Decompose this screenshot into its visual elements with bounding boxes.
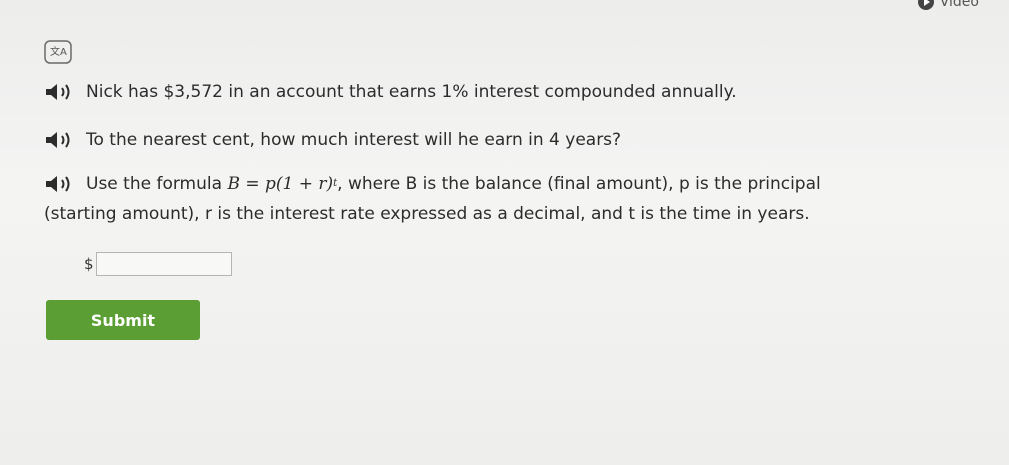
submit-button[interactable]: Submit [46, 300, 200, 340]
problem-line-4: (starting amount), r is the interest rat… [44, 204, 810, 224]
problem-text: Nick has $3,572 in an account that earns… [86, 82, 737, 102]
speaker-icon[interactable] [44, 82, 82, 102]
question-text: To the nearest cent, how much interest w… [86, 130, 622, 150]
answer-row: $ [84, 252, 232, 276]
currency-symbol: $ [84, 255, 94, 273]
formula-intro: Use the formula [86, 174, 223, 194]
speaker-icon[interactable] [44, 174, 82, 194]
formula-explanation: , where B is the balance (final amount),… [337, 174, 821, 194]
svg-text:文A: 文A [50, 45, 67, 58]
speaker-icon[interactable] [44, 130, 82, 150]
formula: B = p(1 + r) [227, 174, 334, 194]
video-label: Video [939, 0, 979, 10]
problem-line-1: Nick has $3,572 in an account that earns… [44, 80, 737, 104]
problem-line-3: Use the formula B = p(1 + r) t, where B i… [44, 172, 821, 196]
answer-input[interactable] [95, 252, 232, 276]
play-icon [917, 0, 934, 10]
translate-icon[interactable]: 文A [44, 40, 72, 64]
problem-line-2: To the nearest cent, how much interest w… [44, 128, 621, 152]
video-link[interactable]: Video [917, 0, 979, 10]
